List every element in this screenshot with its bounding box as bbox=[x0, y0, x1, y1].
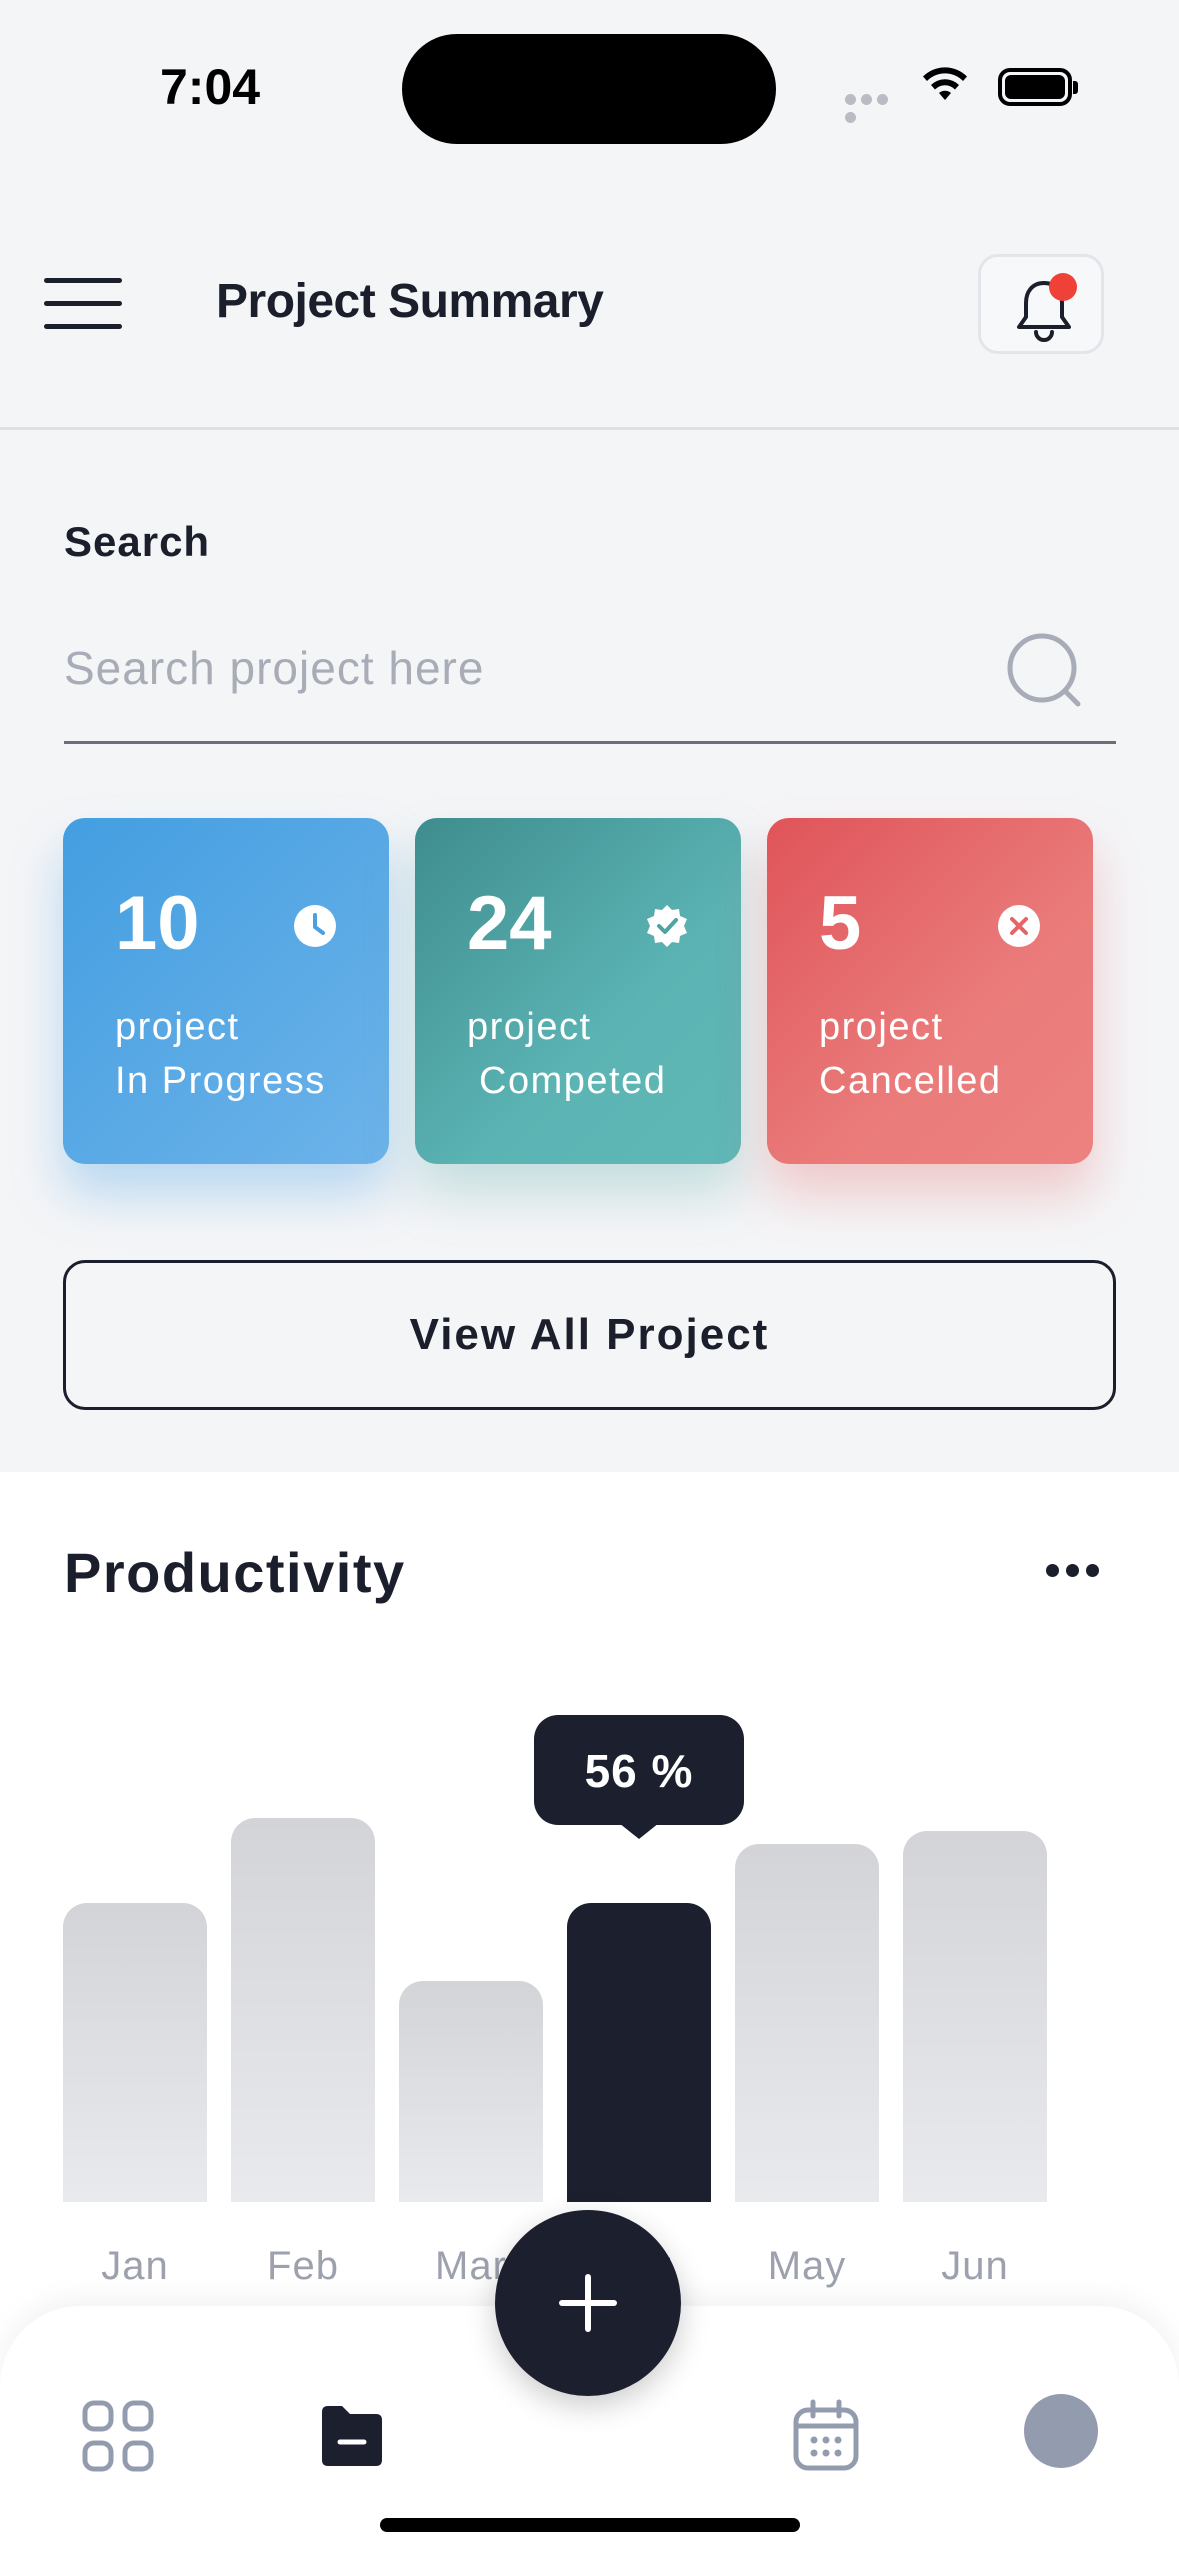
stat-card-cancelled[interactable]: 5 project Cancelled bbox=[767, 818, 1093, 1164]
profile-avatar[interactable] bbox=[1024, 2394, 1098, 2468]
add-project-button[interactable] bbox=[495, 2210, 681, 2396]
chart-x-label: Jun bbox=[941, 2244, 1009, 2288]
chart-bar-jun[interactable] bbox=[903, 1831, 1047, 2202]
stat-label: project bbox=[115, 1006, 240, 1048]
page-title: Project Summary bbox=[216, 275, 604, 328]
chart-value-tooltip: 56 % bbox=[534, 1715, 744, 1839]
search-label: Search bbox=[64, 518, 211, 565]
hamburger-menu-icon[interactable] bbox=[44, 278, 122, 330]
stat-label: project bbox=[819, 1006, 944, 1048]
search-field bbox=[64, 618, 1116, 744]
app-header: Project Summary bbox=[0, 170, 1179, 430]
chart-x-label: Jan bbox=[101, 2244, 169, 2288]
stat-status: Competed bbox=[467, 1060, 667, 1102]
chart-bar-mar[interactable] bbox=[399, 1981, 543, 2202]
home-indicator bbox=[380, 2518, 800, 2532]
dynamic-island bbox=[402, 34, 776, 144]
stat-card-completed[interactable]: 24 project Competed bbox=[415, 818, 741, 1164]
stat-label: project bbox=[467, 1006, 592, 1048]
view-all-projects-button[interactable]: View All Project bbox=[63, 1260, 1116, 1410]
cellular-signal-icon bbox=[845, 92, 907, 123]
status-bar: 7:04 bbox=[0, 0, 1179, 170]
search-icon[interactable] bbox=[1006, 632, 1086, 712]
chart-bar-jan[interactable] bbox=[63, 1903, 207, 2202]
chart-x-label: Feb bbox=[267, 2244, 339, 2288]
close-circle-icon bbox=[998, 905, 1040, 947]
verified-badge-icon bbox=[647, 905, 687, 947]
stat-count: 10 bbox=[115, 881, 200, 966]
stat-status: Cancelled bbox=[819, 1060, 1002, 1102]
dashboard-icon[interactable] bbox=[78, 2396, 158, 2476]
stat-count: 24 bbox=[467, 881, 552, 966]
clock-icon bbox=[294, 905, 336, 947]
folder-icon[interactable] bbox=[312, 2396, 392, 2476]
stat-card-in-progress[interactable]: 10 project In Progress bbox=[63, 818, 389, 1164]
wifi-icon bbox=[923, 67, 967, 100]
status-time: 7:04 bbox=[160, 59, 261, 115]
plus-icon bbox=[559, 2274, 617, 2332]
chart-x-label: May bbox=[767, 2244, 847, 2288]
stat-status: In Progress bbox=[115, 1060, 326, 1102]
chart-bar-feb[interactable] bbox=[231, 1818, 375, 2202]
battery-icon bbox=[998, 68, 1078, 106]
chart-bar-may[interactable] bbox=[735, 1844, 879, 2202]
chart-bar-apr[interactable] bbox=[567, 1903, 711, 2202]
calendar-icon[interactable] bbox=[786, 2396, 866, 2476]
search-input[interactable] bbox=[64, 618, 994, 718]
stat-count: 5 bbox=[819, 881, 862, 966]
notifications-button[interactable] bbox=[978, 254, 1104, 354]
notification-badge bbox=[1049, 273, 1077, 301]
